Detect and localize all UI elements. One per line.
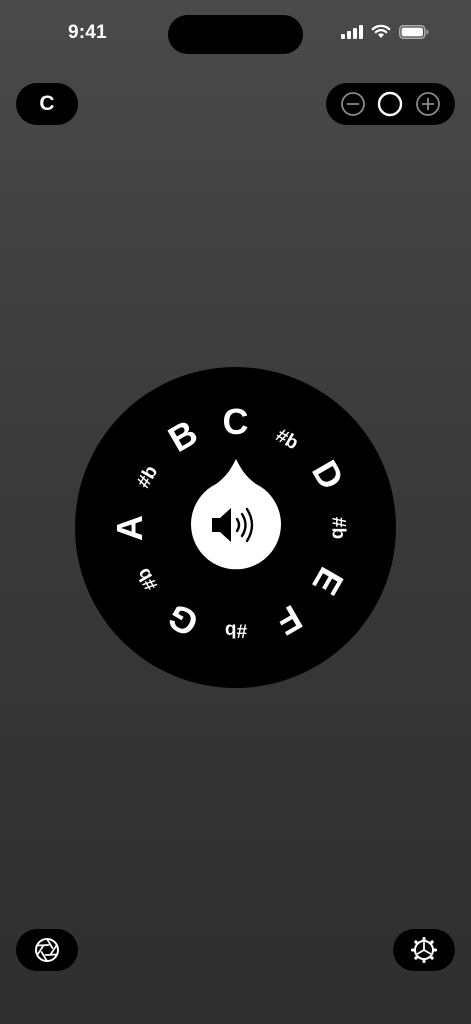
key-selector-label: C — [39, 92, 55, 115]
status-time: 9:41 — [68, 22, 107, 43]
note-accidental-label[interactable]: #b — [224, 619, 246, 640]
battery-icon — [399, 24, 429, 39]
note-label-C[interactable]: C — [223, 403, 249, 440]
circle-icon[interactable] — [377, 91, 403, 117]
status-icons — [341, 24, 429, 39]
settings-gear-icon — [410, 936, 438, 964]
note-wheel[interactable]: C #b D #b E F #b G #b A #b B — [75, 367, 396, 688]
settings-button[interactable] — [393, 929, 455, 971]
key-selector-button[interactable]: C — [16, 83, 78, 125]
play-tone-button[interactable] — [190, 459, 282, 579]
minus-circle-icon[interactable] — [340, 91, 366, 117]
dynamic-island — [168, 15, 303, 54]
cellular-signal-icon — [341, 24, 363, 39]
note-label-A[interactable]: A — [109, 515, 150, 541]
note-accidental-label[interactable]: #b — [327, 516, 348, 538]
speaker-icon — [209, 503, 263, 547]
status-bar: 9:41 — [0, 0, 471, 60]
wifi-icon — [371, 24, 391, 39]
zoom-control — [326, 83, 455, 125]
aperture-icon — [34, 937, 60, 963]
plus-circle-icon[interactable] — [415, 91, 441, 117]
aperture-button[interactable] — [16, 929, 78, 971]
